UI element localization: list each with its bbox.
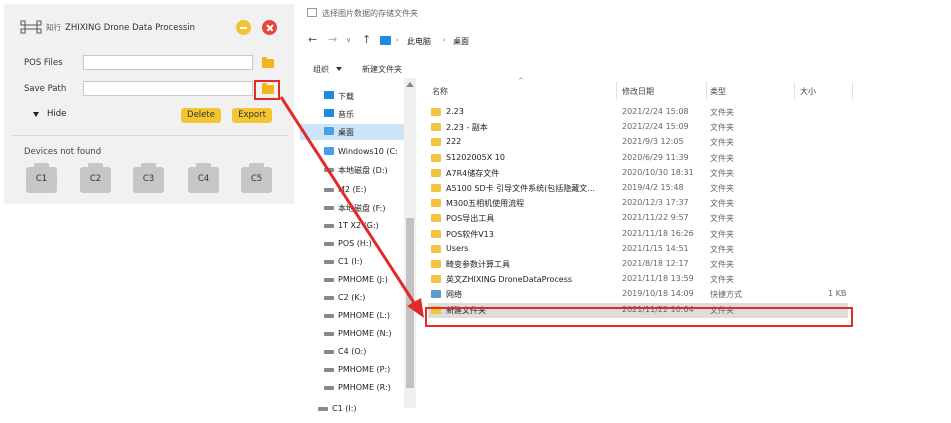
annotation-arrow (279, 96, 424, 318)
annotation-arrow-line (279, 96, 420, 310)
annotation-arrow-head (407, 298, 424, 318)
screenshot-root: 知行 ZHIXING Drone Data Processin POS Files… (0, 0, 951, 423)
